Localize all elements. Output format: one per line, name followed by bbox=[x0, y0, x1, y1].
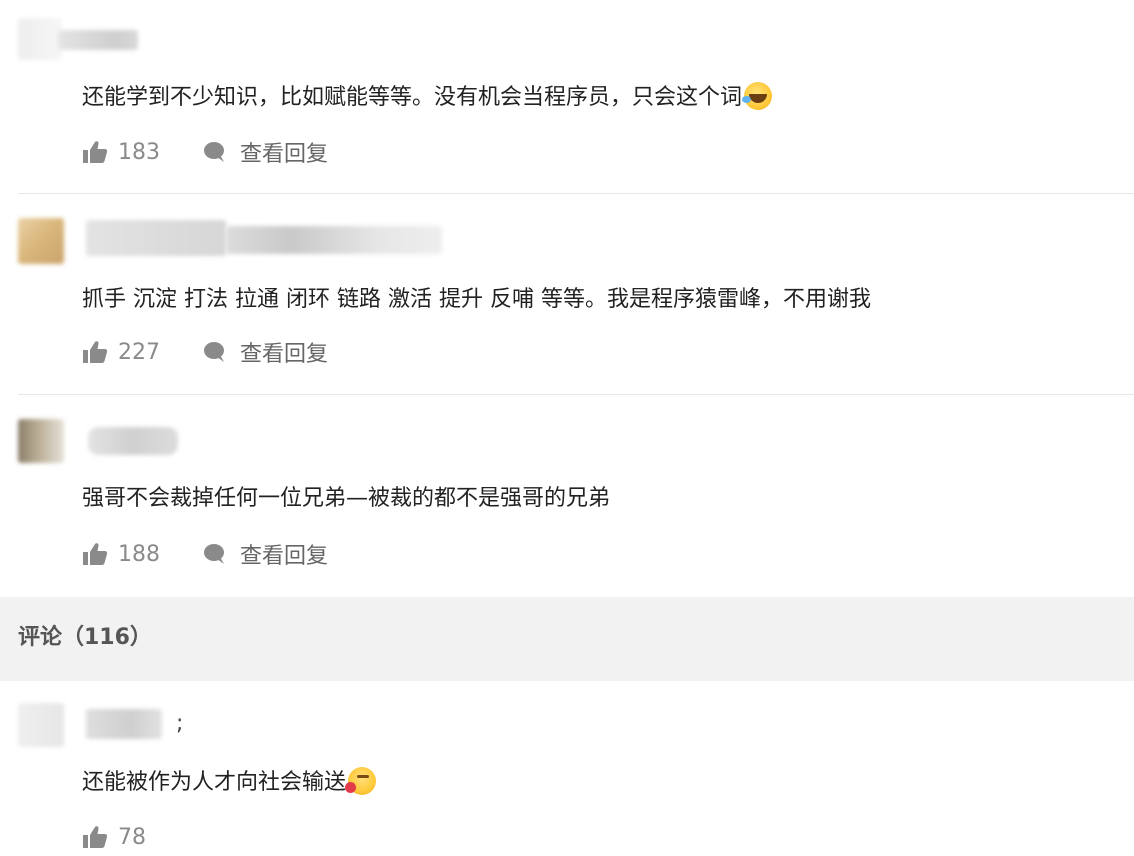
comment-actions: 78 bbox=[82, 821, 146, 853]
avatar[interactable] bbox=[18, 218, 64, 264]
like-button[interactable]: 78 bbox=[82, 825, 146, 850]
like-button[interactable]: 183 bbox=[82, 140, 160, 165]
comment-body: 还能学到不少知识，比如赋能等等。没有机会当程序员，只会这个词 bbox=[82, 85, 743, 110]
view-replies-label: 查看回复 bbox=[240, 342, 329, 367]
laughing-crying-emoji-icon bbox=[742, 82, 773, 110]
comment-actions: 188 查看回复 bbox=[82, 538, 328, 570]
comment-body: 强哥不会裁掉任何一位兄弟—被裁的都不是强哥的兄弟 bbox=[82, 486, 611, 511]
speech-bubble-icon bbox=[204, 544, 224, 564]
comment-item: 抓手 沉淀 打法 拉通 闭环 链路 激活 提升 反哺 等等。我是程序猿雷峰，不用… bbox=[0, 194, 1134, 394]
comment-text: 强哥不会裁掉任何一位兄弟—被裁的都不是强哥的兄弟 bbox=[82, 483, 610, 515]
comments-count-title: 评论（116） bbox=[18, 625, 152, 650]
comment-body: 抓手 沉淀 打法 拉通 闭环 链路 激活 提升 反哺 等等。我是程序猿雷峰，不用… bbox=[82, 287, 871, 312]
author-row[interactable] bbox=[18, 216, 718, 264]
view-replies-label: 查看回复 bbox=[240, 544, 329, 569]
view-replies-button[interactable]: 查看回复 bbox=[202, 336, 328, 368]
thumbs-up-icon bbox=[83, 826, 108, 848]
comment-item: 强哥不会裁掉任何一位兄弟—被裁的都不是强哥的兄弟 188 查看回复 bbox=[0, 395, 1134, 597]
like-count: 78 bbox=[118, 824, 146, 850]
comment-actions: 227 查看回复 bbox=[82, 336, 328, 368]
author-name-suffix: ; bbox=[176, 711, 184, 736]
comment-text: 还能学到不少知识，比如赋能等等。没有机会当程序员，只会这个词 bbox=[82, 82, 773, 114]
author-name[interactable] bbox=[86, 220, 226, 256]
thumbs-up-icon bbox=[83, 141, 108, 163]
comment-text: 抓手 沉淀 打法 拉通 闭环 链路 激活 提升 反哺 等等。我是程序猿雷峰，不用… bbox=[82, 284, 871, 316]
comment-thread: 还能学到不少知识，比如赋能等等。没有机会当程序员，只会这个词 183 查看回复 bbox=[0, 0, 1134, 856]
comment-text: 还能被作为人才向社会输送 bbox=[82, 767, 377, 799]
like-count: 227 bbox=[118, 339, 160, 365]
comment-actions: 183 查看回复 bbox=[82, 136, 328, 168]
tongue-out-emoji-icon bbox=[345, 767, 377, 795]
view-replies-button[interactable]: 查看回复 bbox=[202, 136, 328, 168]
avatar[interactable] bbox=[18, 419, 64, 463]
thumbs-up-icon bbox=[83, 341, 108, 363]
author-row[interactable]: ; bbox=[18, 703, 718, 751]
avatar[interactable] bbox=[18, 703, 64, 747]
author-row[interactable] bbox=[18, 417, 718, 465]
like-count: 188 bbox=[118, 541, 160, 567]
avatar[interactable] bbox=[18, 18, 62, 60]
speech-bubble-icon bbox=[204, 342, 224, 362]
comment-body: 还能被作为人才向社会输送 bbox=[82, 770, 347, 795]
author-name[interactable] bbox=[88, 427, 178, 455]
author-row[interactable] bbox=[18, 18, 718, 66]
thumbs-up-icon bbox=[83, 543, 108, 565]
author-name[interactable] bbox=[86, 709, 162, 739]
comment-item: 还能学到不少知识，比如赋能等等。没有机会当程序员，只会这个词 183 查看回复 bbox=[0, 0, 1134, 194]
speech-bubble-icon bbox=[204, 142, 224, 162]
author-name[interactable] bbox=[226, 226, 442, 254]
author-name[interactable] bbox=[58, 30, 138, 50]
comment-item: ; 还能被作为人才向社会输送 78 bbox=[0, 681, 1134, 856]
view-replies-button[interactable]: 查看回复 bbox=[202, 538, 328, 570]
comments-section-header: 评论（116） bbox=[0, 597, 1134, 681]
like-button[interactable]: 188 bbox=[82, 542, 160, 567]
like-count: 183 bbox=[118, 139, 160, 165]
like-button[interactable]: 227 bbox=[82, 340, 160, 365]
view-replies-label: 查看回复 bbox=[240, 142, 329, 167]
